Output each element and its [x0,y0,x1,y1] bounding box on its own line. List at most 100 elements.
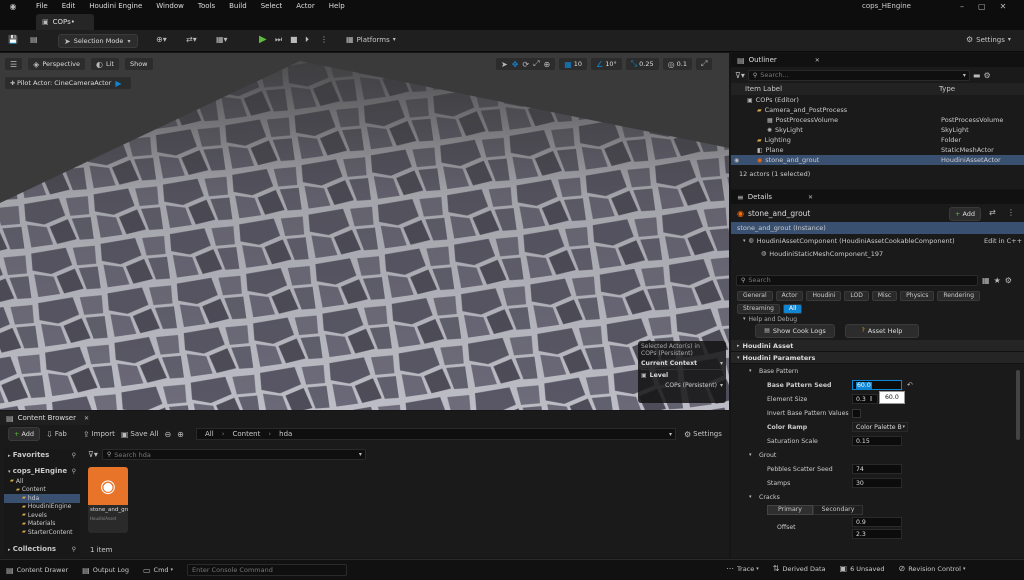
folder-tree-item[interactable]: ▰ Materials [4,520,80,529]
transform-tools[interactable]: ➤ ✥ ⟳ ⤢ ⊕ [495,57,557,71]
asset-tile[interactable]: ◉ stone_and_grout HoudiniAsset [88,467,128,533]
more-options-icon[interactable]: ⋮ [320,35,328,44]
trace-button[interactable]: ⋯ Trace ▾ [726,564,759,573]
search-icon[interactable]: ⚲ [72,452,76,459]
reset-icon[interactable]: ↶ [907,381,913,389]
menu-build[interactable]: Build [229,2,247,10]
menu-file[interactable]: File [36,2,48,10]
grout-group[interactable]: ▾ Grout [731,448,1024,462]
breadcrumb-content[interactable]: Content [233,430,261,438]
menu-actor[interactable]: Actor [296,2,314,10]
star-icon[interactable]: ★ [994,276,1001,285]
filter-tab-physics[interactable]: Physics [900,290,935,301]
viewport-menu-button[interactable]: ☰ [4,57,24,71]
instance-row[interactable]: stone_and_grout (Instance) [731,222,1024,234]
column-type[interactable]: Type [939,85,955,93]
element-size-input[interactable]: 0.3 [852,394,878,404]
outliner-row[interactable]: ▰ Camera_and_PostProcess [731,105,1024,115]
project-header[interactable]: ▾ cops_HEngine ⚲ [4,465,80,477]
content-drawer-button[interactable]: ▤ Content Drawer [6,566,68,575]
menu-edit[interactable]: Edit [62,2,76,10]
asset-help-button[interactable]: ? Asset Help [845,323,919,338]
platforms-button[interactable]: ▦ Platforms ▾ [346,35,396,44]
play-icon[interactable]: ▶ [259,34,267,45]
back-icon[interactable]: ⊖ [164,430,171,439]
camera-speed-button[interactable]: ◎ 0.1 [661,57,693,71]
search-icon[interactable]: ⚲ [72,546,76,553]
filter-icon[interactable]: ⊽▾ [88,450,98,459]
stop-icon[interactable]: ■ [290,35,298,44]
offset-input-1[interactable]: 0.9 [852,517,902,527]
pebbles-input[interactable]: 74 [852,464,902,474]
content-search-input[interactable]: ⚲ Search hda ▾ [101,449,366,460]
console-input[interactable]: Enter Console Command [187,564,348,576]
level-viewport[interactable]: ☰ ◈ Perspective ◐ Lit Show ✚ Pilot Actor: … [0,53,729,410]
search-icon[interactable]: ⚲ [72,468,76,475]
fab-button[interactable]: ⇩ Fab [46,430,67,439]
import-button[interactable]: ⇪ Import [83,430,115,439]
houdini-parameters-category[interactable]: ▾ Houdini Parameters [731,352,1024,364]
filter-tab-all[interactable]: All [783,303,803,314]
revision-control-button[interactable]: ⊘ Revision Control ▾ [899,564,966,573]
maximize-viewport-button[interactable]: ⤢ [694,57,714,71]
table-view-icon[interactable]: ▦ [982,276,990,285]
invert-checkbox[interactable] [852,408,861,418]
menu-houdini-engine[interactable]: Houdini Engine [89,2,142,10]
chevron-down-icon[interactable]: ▾ [720,360,723,367]
collections-header[interactable]: ▸ Collections ⚲ [4,543,80,555]
tab-secondary[interactable]: Secondary [813,504,863,515]
cmd-button[interactable]: ▭ Cmd ▾ [143,566,173,575]
lit-button[interactable]: ◐ Lit [89,57,120,71]
content-browser-icon[interactable]: ▤ [30,35,38,44]
column-item-label[interactable]: Item Label [745,85,782,93]
filter-tab-misc[interactable]: Misc [871,290,898,301]
maximize-icon[interactable]: ▢ [978,2,986,11]
menu-window[interactable]: Window [156,2,184,10]
outliner-search-input[interactable]: ⚲ Search... ▾ [747,69,970,81]
close-icon[interactable]: ✕ [815,57,820,64]
add-button[interactable]: + Add [8,427,41,441]
menu-select[interactable]: Select [261,2,283,10]
folder-tree-item[interactable]: ▰ Levels [4,511,80,520]
angle-snap-button[interactable]: ∠ 10° [590,57,623,71]
add-component-button[interactable]: + Add [949,207,982,221]
filter-icon[interactable]: ⊽▾ [735,71,745,80]
close-icon[interactable]: ✕ [1000,2,1007,11]
unreal-logo-icon[interactable]: ◉ [4,0,22,12]
gear-icon[interactable]: ⚙ [983,71,990,80]
details-search-input[interactable]: ⚲ Search [736,274,978,286]
houdini-asset-category[interactable]: ▸ Houdini Asset [731,340,1024,352]
save-all-button[interactable]: ▣ Save All [121,430,159,439]
filter-tab-lod[interactable]: LOD [844,290,869,301]
derived-data-button[interactable]: ⇅ Derived Data [773,564,826,573]
folder-tree-item[interactable]: ▰ hda [4,494,80,503]
visibility-icon[interactable]: ◉ [734,157,739,164]
filter-tab-general[interactable]: General [737,290,773,301]
saturation-input[interactable]: 0.15 [852,436,902,446]
chevron-down-icon[interactable]: ▾ [669,431,672,438]
add-actor-icon[interactable]: ⊕▾ [156,35,167,44]
folder-tree-item[interactable]: ▰ StarterContent [4,528,80,537]
show-cook-logs-button[interactable]: ▤ Show Cook Logs [755,323,835,338]
outliner-row[interactable]: ▰ Lighting Folder [731,135,1024,145]
selection-mode-button[interactable]: ➤ Selection Mode ▾ [58,34,138,48]
tab-cops[interactable]: ▣ COPs• [36,14,94,30]
close-icon[interactable]: ✕ [808,194,813,201]
outliner-row[interactable]: ◧ Plane StaticMeshActor [731,145,1024,155]
output-log-button[interactable]: ▤ Output Log [82,566,129,575]
close-icon[interactable]: ✕ [84,415,89,422]
outliner-row[interactable]: ✺ SkyLight SkyLight [731,125,1024,135]
filter-tab-streaming[interactable]: Streaming [737,303,780,314]
add-folder-icon[interactable]: ▬ [973,71,981,80]
stamps-input[interactable]: 30 [852,478,902,488]
cracks-group[interactable]: ▾ Cracks [731,490,1024,504]
settings-button[interactable]: ⚙ Settings ▾ [966,35,1011,44]
tab-primary[interactable]: Primary [767,504,813,515]
subcomponent-row[interactable]: ◍ HoudiniStaticMeshComponent_197 [731,247,1024,260]
component-row[interactable]: ▾ ◍ HoudiniAssetComponent (HoudiniAssetC… [731,234,1024,247]
filter-tab-rendering[interactable]: Rendering [937,290,980,301]
unsaved-button[interactable]: ▣ 6 Unsaved [840,564,885,573]
outliner-row[interactable]: ◉ ◉ stone_and_grout HoudiniAssetActor [731,155,1024,165]
menu-tools[interactable]: Tools [198,2,215,10]
step-icon[interactable]: ⏭ [275,35,282,45]
